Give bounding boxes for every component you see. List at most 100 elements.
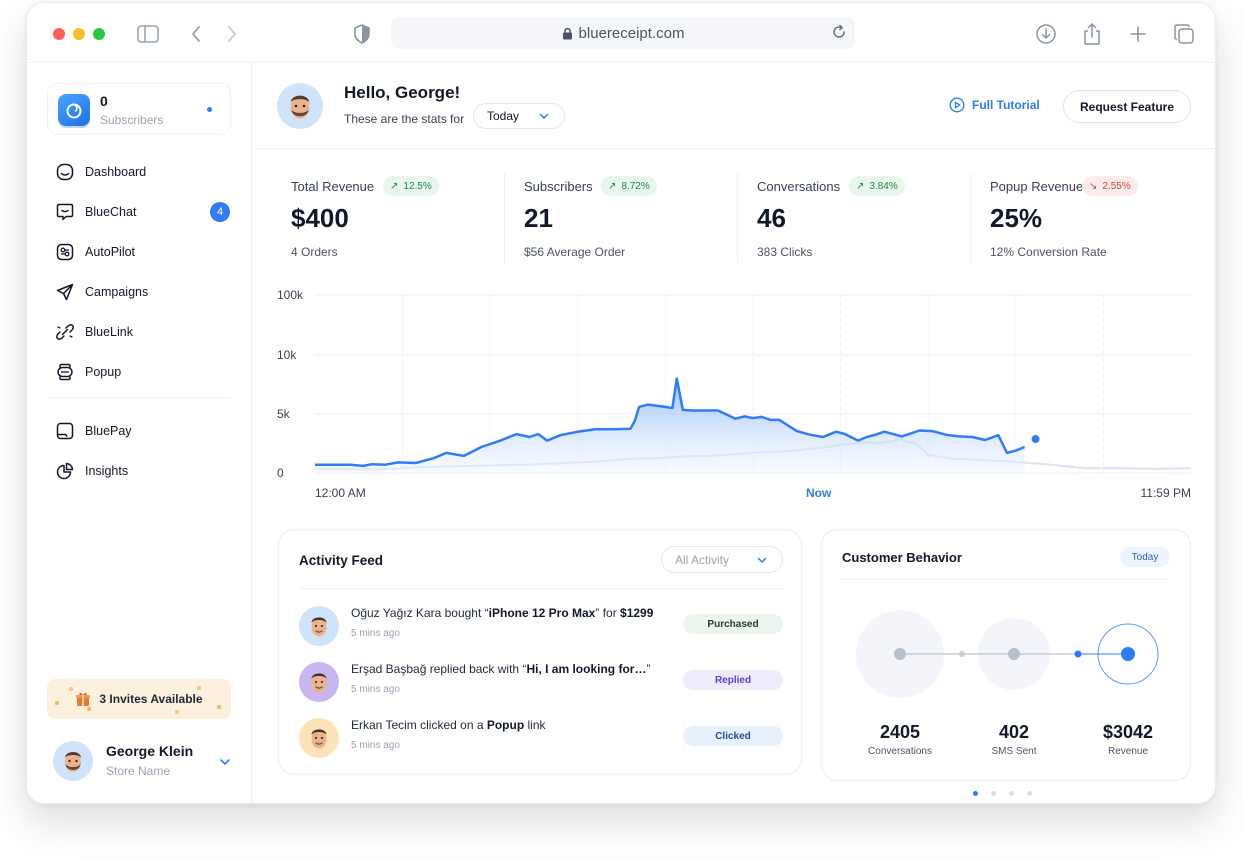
pager-dot[interactable] — [1027, 791, 1032, 796]
arrow-up-right-icon: ↗ — [390, 180, 399, 192]
metric-value: 2405 — [879, 722, 921, 742]
pager-dot[interactable] — [991, 791, 996, 796]
full-tutorial-label: Full Tutorial — [972, 98, 1040, 112]
activity-row[interactable]: Erkan Tecim clicked on a Popup link 5 min… — [299, 716, 783, 760]
activity-filter-select[interactable]: All Activity — [661, 546, 783, 573]
y-tick-label: 10k — [277, 348, 297, 362]
sidebar-item-label: AutoPilot — [85, 245, 136, 259]
activity-time: 5 mins ago — [351, 628, 400, 639]
pager-dot[interactable] — [1009, 791, 1014, 796]
stat-value: $400 — [291, 203, 349, 233]
date-range-select[interactable]: Today — [473, 103, 565, 129]
change-badge: ↗ 12.5% — [383, 176, 439, 196]
change-badge: ↗ 8.72% — [601, 176, 657, 196]
activity-row[interactable]: Oğuz Yağız Kara bought “iPhone 12 Pro Ma… — [299, 604, 783, 648]
sidebar-item-label: Dashboard — [85, 165, 147, 179]
activity-time: 5 mins ago — [351, 740, 400, 751]
send-icon — [55, 282, 75, 302]
close-window-button[interactable] — [53, 28, 65, 40]
stat-conversations: Conversations ↗ 3.84% 46 383 Clicks — [719, 149, 971, 273]
activity-text: Erşad Başbağ replied back with “Hi, I am… — [351, 662, 651, 676]
stat-value: 25% — [990, 203, 1043, 233]
wallet-icon — [55, 421, 75, 441]
y-tick-label: 0 — [277, 466, 284, 480]
stat-label: Total Revenue — [291, 179, 375, 194]
sidebar-item-bluelink[interactable]: BlueLink — [55, 321, 230, 343]
change-badge: ↗ 3.84% — [849, 176, 905, 196]
series-area-primary — [315, 378, 1025, 473]
divider — [842, 579, 1168, 580]
sidebar-item-autopilot[interactable]: AutoPilot — [55, 241, 230, 263]
chevron-down-icon — [538, 110, 550, 125]
user-menu[interactable]: George Klein Store Name — [51, 739, 231, 783]
sidebar-item-label: Insights — [85, 464, 129, 478]
y-tick-label: 5k — [277, 407, 291, 421]
stat-subtext: 383 Clicks — [757, 245, 813, 259]
activity-filter-value: All Activity — [675, 552, 730, 567]
activity-feed-title: Activity Feed — [299, 553, 384, 568]
now-marker[interactable] — [1031, 435, 1040, 444]
avatar — [53, 741, 93, 781]
metric-label: SMS Sent — [991, 746, 1037, 757]
y-tick-label: 100k — [277, 288, 304, 302]
sidebar-item-label: Campaigns — [85, 285, 149, 299]
maximize-window-button[interactable] — [93, 28, 105, 40]
sidebar-item-dashboard[interactable]: Dashboard — [55, 161, 230, 183]
status-dot — [207, 107, 212, 112]
user-name: George Klein — [106, 743, 194, 759]
activity-time: 5 mins ago — [351, 684, 400, 695]
sidebar-item-bluepay[interactable]: BluePay — [55, 420, 230, 442]
sidebar-item-campaigns[interactable]: Campaigns — [55, 281, 230, 303]
funnel-node — [959, 651, 965, 657]
stat-popup-revenue: Popup Revenue ↘ 2.55% 25% 12% Conversion … — [952, 149, 1185, 273]
stat-subtext: 4 Orders — [291, 245, 338, 259]
activity-text: Oğuz Yağız Kara bought “iPhone 12 Pro Ma… — [351, 606, 654, 620]
address-bar[interactable]: bluereceipt.com — [391, 17, 855, 49]
privacy-shield-icon[interactable] — [349, 21, 375, 47]
tabs-overview-icon[interactable] — [1171, 21, 1197, 47]
date-range-badge[interactable]: Today — [1120, 547, 1170, 567]
date-range-value: Today — [487, 109, 520, 123]
reload-icon[interactable] — [831, 24, 847, 44]
dashboard-icon — [55, 162, 75, 182]
stat-subscribers: Subscribers ↗ 8.72% 21 $56 Average Order — [486, 149, 738, 273]
divider — [299, 588, 783, 589]
download-icon[interactable] — [1033, 21, 1059, 47]
x-tick-label: Now — [806, 486, 832, 500]
autopilot-icon — [55, 242, 75, 262]
sidebar-toggle-icon[interactable] — [135, 21, 161, 47]
arrow-up-right-icon: ↗ — [856, 180, 865, 192]
customer-behavior-title: Customer Behavior — [842, 550, 962, 565]
main-content: Hello, George! These are the stats for T… — [253, 63, 1215, 803]
behavior-metric-conversations: 2405 Conversations — [845, 722, 955, 757]
stats-for-label: These are the stats for — [344, 112, 465, 126]
invites-banner[interactable]: 3 Invites Available — [47, 679, 231, 719]
brand-logo-icon — [58, 94, 90, 126]
lock-icon — [562, 27, 573, 40]
pie-chart-icon — [55, 461, 75, 481]
pager-dot-active[interactable] — [973, 791, 978, 796]
forward-icon[interactable] — [219, 21, 245, 47]
sidebar-item-bluechat[interactable]: BlueChat 4 — [55, 201, 230, 223]
chevron-down-icon — [756, 554, 768, 569]
metric-value: 402 — [998, 722, 1030, 742]
customer-behavior-card: Customer Behavior Today 2405 Conversatio… — [821, 529, 1191, 781]
avatar — [299, 606, 339, 646]
full-tutorial-link[interactable]: Full Tutorial — [949, 97, 1040, 113]
new-tab-icon[interactable] — [1125, 21, 1151, 47]
share-icon[interactable] — [1079, 21, 1105, 47]
brand-card[interactable]: 0 Subscribers — [47, 83, 231, 135]
activity-row[interactable]: Erşad Başbağ replied back with “Hi, I am… — [299, 660, 783, 704]
url-text: bluereceipt.com — [578, 24, 685, 42]
play-icon — [949, 97, 965, 113]
funnel-node — [1121, 647, 1135, 661]
sidebar-item-popup[interactable]: Popup — [55, 361, 230, 383]
minimize-window-button[interactable] — [73, 28, 85, 40]
sidebar-item-insights[interactable]: Insights — [55, 460, 230, 482]
behavior-metric-sms: 402 SMS Sent — [959, 722, 1069, 757]
back-icon[interactable] — [183, 21, 209, 47]
stats-row: Total Revenue ↗ 12.5% $400 4 Orders Subsc… — [253, 149, 1215, 273]
request-feature-button[interactable]: Request Feature — [1063, 90, 1191, 123]
chevron-down-icon[interactable] — [219, 753, 231, 771]
gift-icon — [75, 691, 91, 707]
